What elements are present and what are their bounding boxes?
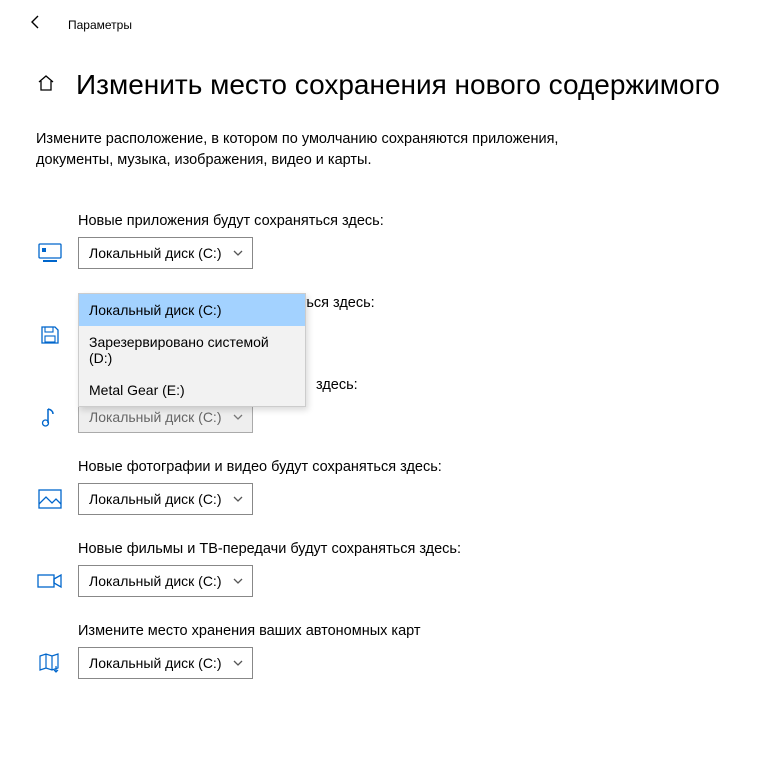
setting-maps: Измените место хранения ваших автономных… (36, 623, 728, 679)
apps-icon (36, 239, 64, 267)
photos-dropdown[interactable]: Локальный диск (C:) (78, 483, 253, 515)
photos-dropdown-value: Локальный диск (C:) (89, 491, 222, 507)
setting-movies: Новые фильмы и ТВ-передачи будут сохраня… (36, 541, 728, 597)
music-dropdown-value: Локальный диск (C:) (89, 409, 222, 425)
maps-dropdown-value: Локальный диск (C:) (89, 655, 222, 671)
image-icon (36, 485, 64, 513)
chevron-down-icon (232, 657, 244, 669)
setting-apps-label: Новые приложения будут сохраняться здесь… (78, 213, 728, 229)
setting-movies-label: Новые фильмы и ТВ-передачи будут сохраня… (78, 541, 728, 557)
apps-dropdown-value: Локальный диск (C:) (89, 245, 222, 261)
dropdown-option[interactable]: Локальный диск (C:) (79, 294, 305, 326)
map-icon (36, 649, 64, 677)
header: Изменить место сохранения нового содержи… (0, 43, 764, 109)
page-title: Изменить место сохранения нового содержи… (76, 69, 720, 101)
maps-dropdown[interactable]: Локальный диск (C:) (78, 647, 253, 679)
chevron-down-icon (232, 493, 244, 505)
movies-dropdown-value: Локальный диск (C:) (89, 573, 222, 589)
page-description: Измените расположение, в котором по умол… (0, 109, 640, 177)
settings-area: Новые приложения будут сохраняться здесь… (0, 177, 764, 689)
save-icon (36, 321, 64, 349)
movies-dropdown[interactable]: Локальный диск (C:) (78, 565, 253, 597)
chevron-down-icon (232, 247, 244, 259)
setting-apps: Новые приложения будут сохраняться здесь… (36, 213, 728, 269)
back-button[interactable] (28, 14, 44, 35)
topbar: Параметры (0, 0, 764, 43)
video-icon (36, 567, 64, 595)
setting-music-label-tail: здесь: (316, 377, 728, 393)
setting-photos: Новые фотографии и видео будут сохранять… (36, 459, 728, 515)
setting-photos-label: Новые фотографии и видео будут сохранять… (78, 459, 728, 475)
home-icon[interactable] (36, 73, 56, 98)
docs-dropdown-popup: Локальный диск (C:) Зарезервировано сист… (78, 293, 306, 407)
app-name: Параметры (68, 18, 132, 32)
dropdown-option[interactable]: Metal Gear (E:) (79, 374, 305, 406)
chevron-down-icon (232, 411, 244, 423)
chevron-down-icon (232, 575, 244, 587)
dropdown-option[interactable]: Зарезервировано системой (D:) (79, 326, 305, 374)
apps-dropdown[interactable]: Локальный диск (C:) (78, 237, 253, 269)
setting-maps-label: Измените место хранения ваших автономных… (78, 623, 728, 639)
music-icon (36, 403, 64, 431)
